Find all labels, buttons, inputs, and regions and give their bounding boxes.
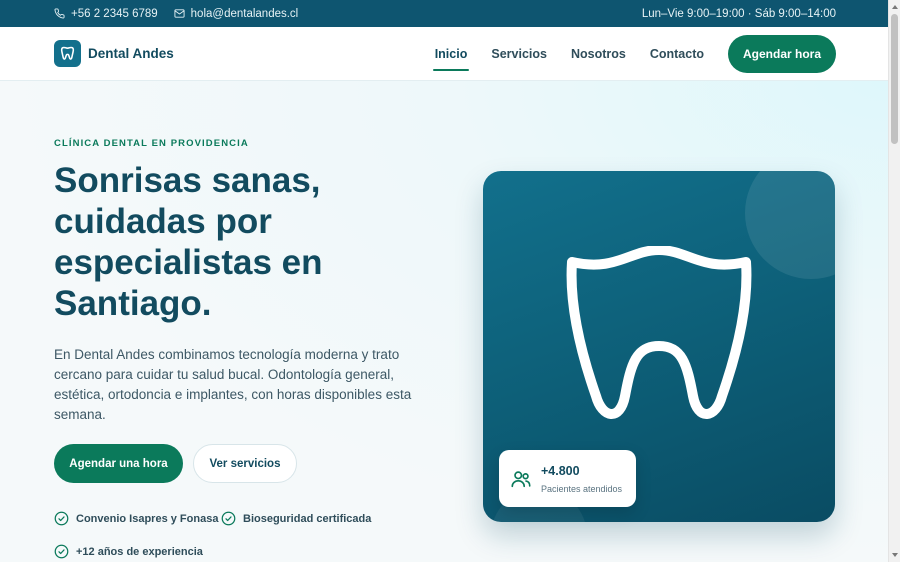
hero-title-line: cuidadas por <box>54 202 272 241</box>
decorative-circle <box>745 171 835 279</box>
feature-label: Bioseguridad certificada <box>243 512 372 525</box>
hero-eyebrow: CLÍNICA DENTAL EN PROVIDENCIA <box>54 138 249 149</box>
hero-title: Sonrisas sanas, cuidadas por especialist… <box>54 160 434 324</box>
scroll-up-icon[interactable] <box>891 3 899 11</box>
check-circle-icon <box>221 511 236 526</box>
page-scrollbar[interactable] <box>888 0 900 562</box>
nav-contacto[interactable]: Contacto <box>650 39 704 69</box>
patients-stat-card: +4.800 Pacientes atendidos <box>499 450 636 507</box>
mail-icon <box>174 9 185 18</box>
hero-description: En Dental Andes combinamos tecnología mo… <box>54 347 412 422</box>
feature-item: +12 años de experiencia <box>54 544 203 559</box>
header-book-button[interactable]: Agendar hora <box>728 34 836 73</box>
topbar-email-text: hola@dentalandes.cl <box>190 7 299 20</box>
phone-icon <box>54 8 65 19</box>
feature-item: Convenio Isapres y Fonasa <box>54 511 218 526</box>
nav-nosotros[interactable]: Nosotros <box>571 39 626 69</box>
feature-label: Convenio Isapres y Fonasa <box>76 512 219 525</box>
stat-value: +4.800 <box>541 463 580 478</box>
topbar-phone[interactable]: +56 2 2345 6789 <box>54 8 158 20</box>
users-icon <box>511 470 531 487</box>
brand-logo[interactable]: Dental Andes <box>54 40 174 67</box>
nav-inicio[interactable]: Inicio <box>432 39 469 71</box>
scrollbar-thumb[interactable] <box>891 14 898 144</box>
site-header: Dental Andes Inicio Servicios Nosotros C… <box>0 27 888 81</box>
stat-label: Pacientes atendidos <box>541 483 623 494</box>
hero-title-line: Santiago. <box>54 284 212 323</box>
brand-name: Dental Andes <box>88 46 174 61</box>
check-circle-icon <box>54 511 69 526</box>
topbar-phone-text: +56 2 2345 6789 <box>71 7 158 20</box>
check-circle-icon <box>54 544 69 559</box>
topbar-hours: Lun–Vie 9:00–19:00 · Sáb 9:00–14:00 <box>641 7 836 20</box>
view-services-button[interactable]: Ver servicios <box>193 444 297 483</box>
feature-item: Bioseguridad certificada <box>221 511 371 526</box>
tooth-illustration-icon <box>566 246 752 419</box>
topbar-email[interactable]: hola@dentalandes.cl <box>174 7 299 20</box>
feature-label: +12 años de experiencia <box>76 545 203 558</box>
tooth-icon <box>54 40 81 67</box>
hero-title-line: Sonrisas sanas, <box>54 161 321 200</box>
top-info-bar: +56 2 2345 6789 hola@dentalandes.cl Lun–… <box>0 0 888 27</box>
hero-book-button[interactable]: Agendar una hora <box>54 444 183 483</box>
nav-servicios[interactable]: Servicios <box>491 39 547 69</box>
hero-title-line: especialistas en <box>54 243 323 282</box>
scroll-down-icon[interactable] <box>891 551 899 559</box>
main-nav: Inicio Servicios Nosotros Contacto <box>411 39 704 71</box>
stat-text: +4.800 Pacientes atendidos <box>541 464 622 494</box>
